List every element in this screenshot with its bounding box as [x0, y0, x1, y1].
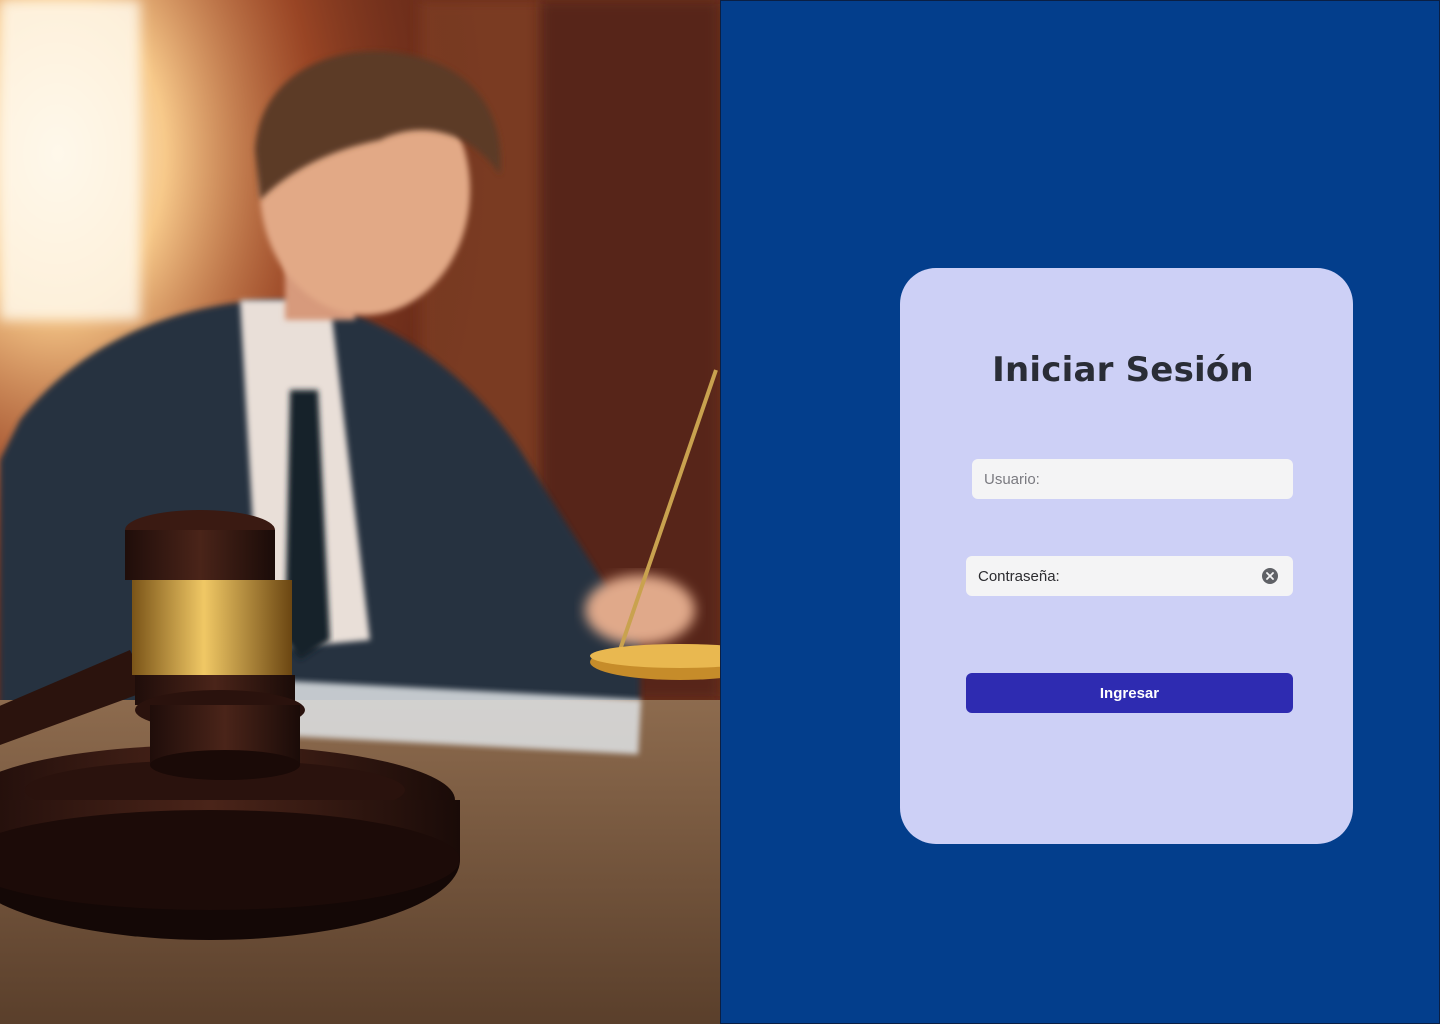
page-title: Iniciar Sesión	[992, 350, 1254, 390]
login-button[interactable]: Ingresar	[966, 673, 1293, 713]
login-page: Iniciar Sesión Contraseña: Ingresar	[0, 0, 1440, 1024]
password-label: Contraseña:	[978, 567, 1060, 585]
username-input[interactable]	[984, 470, 1293, 488]
login-card: Iniciar Sesión Contraseña: Ingresar	[900, 268, 1353, 844]
password-field[interactable]: Contraseña:	[966, 556, 1293, 596]
login-panel: Iniciar Sesión Contraseña: Ingresar	[720, 0, 1440, 1024]
hero-image	[0, 0, 720, 1024]
username-field[interactable]	[972, 459, 1293, 499]
clear-icon[interactable]	[1262, 568, 1278, 584]
lawyer-gavel-photo-icon	[0, 0, 720, 1024]
